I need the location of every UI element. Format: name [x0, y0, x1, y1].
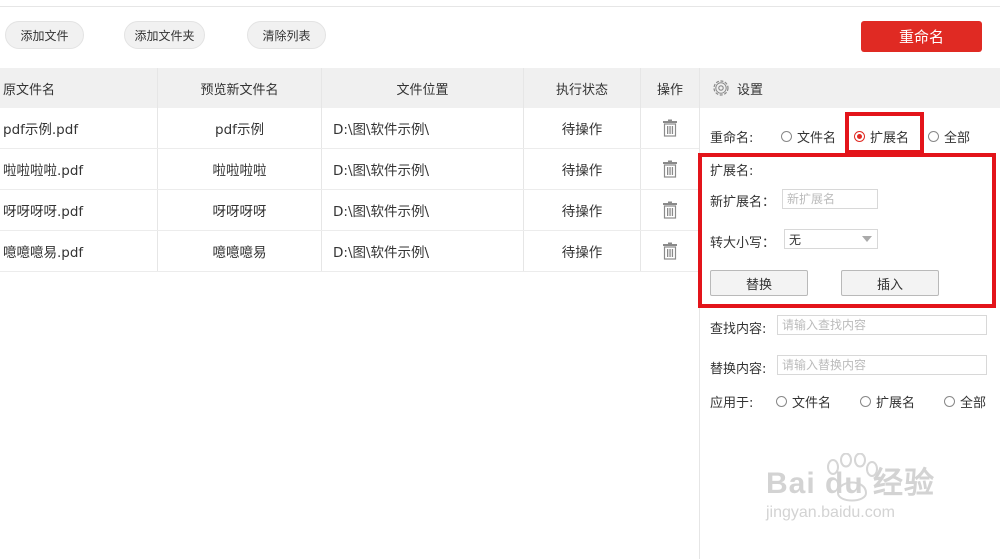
trash-icon[interactable]: [661, 201, 679, 219]
delete-row-button[interactable]: [641, 108, 699, 148]
column-action: 操作: [656, 82, 683, 98]
status-cell: 待操作: [524, 108, 641, 148]
apply-filename-radio[interactable]: 文件名: [776, 392, 831, 411]
delete-row-button[interactable]: [641, 190, 699, 230]
app-window: 添加文件 添加文件夹 清除列表 重命名 原文件名 预览新文件名 文件位置 执行状…: [0, 0, 1000, 559]
original-name-cell: pdf示例.pdf: [0, 108, 158, 148]
settings-title: 设置: [737, 82, 764, 98]
file-table: 原文件名 预览新文件名 文件位置 执行状态 操作 pdf示例.pdf pdf示例…: [0, 68, 699, 272]
table-header: 原文件名 预览新文件名 文件位置 执行状态 操作: [0, 68, 699, 108]
preview-name-cell: 呀呀呀呀: [158, 190, 322, 230]
highlight-box-extension-option: [845, 112, 924, 154]
delete-row-button[interactable]: [641, 231, 699, 271]
radio-label: 全部: [944, 131, 971, 146]
highlight-box-extension-section: [698, 153, 996, 308]
table-row[interactable]: 啦啦啦啦.pdf 啦啦啦啦 D:\图\软件示例\ 待操作: [0, 149, 699, 190]
top-divider: [0, 6, 1000, 7]
apply-to-label: 应用于:: [710, 396, 754, 411]
settings-header: 设置: [700, 68, 1000, 108]
status-cell: 待操作: [524, 231, 641, 271]
location-cell: D:\图\软件示例\: [322, 149, 524, 189]
replace-content-label: 替换内容:: [710, 362, 767, 377]
radio-circle: [928, 131, 939, 142]
column-original-name: 原文件名: [0, 68, 158, 108]
trash-icon[interactable]: [661, 242, 679, 260]
radio-circle: [860, 396, 871, 407]
rename-mode-filename-radio[interactable]: 文件名: [781, 127, 836, 146]
column-status: 执行状态: [524, 68, 641, 108]
location-cell: D:\图\软件示例\: [322, 231, 524, 271]
rename-mode-label: 重命名:: [710, 131, 754, 146]
table-row[interactable]: 噫噫噫易.pdf 噫噫噫易 D:\图\软件示例\ 待操作: [0, 231, 699, 272]
location-cell: D:\图\软件示例\: [322, 108, 524, 148]
apply-extension-radio[interactable]: 扩展名: [860, 392, 915, 411]
watermark-url-text: jingyan.baidu.com: [766, 504, 895, 521]
gear-icon: [713, 80, 729, 96]
status-cell: 待操作: [524, 190, 641, 230]
rename-mode-all-radio[interactable]: 全部: [928, 127, 970, 146]
apply-all-radio[interactable]: 全部: [944, 392, 986, 411]
radio-circle: [776, 396, 787, 407]
radio-circle: [944, 396, 955, 407]
status-cell: 待操作: [524, 149, 641, 189]
preview-name-cell: 噫噫噫易: [158, 231, 322, 271]
replace-content-input[interactable]: [777, 355, 987, 375]
clear-list-button[interactable]: 清除列表: [247, 21, 326, 49]
trash-icon[interactable]: [661, 119, 679, 137]
preview-name-cell: pdf示例: [158, 108, 322, 148]
radio-label: 文件名: [797, 131, 837, 146]
baidu-jingyan-watermark: Bai du 经验 jingyan.baidu.com: [766, 458, 935, 522]
table-row[interactable]: pdf示例.pdf pdf示例 D:\图\软件示例\ 待操作: [0, 108, 699, 149]
radio-label: 全部: [960, 396, 987, 411]
column-location: 文件位置: [322, 68, 524, 108]
find-content-label: 查找内容:: [710, 322, 767, 337]
location-cell: D:\图\软件示例\: [322, 190, 524, 230]
watermark-main-text: Bai du 经验: [766, 467, 936, 500]
rename-button[interactable]: 重命名: [861, 21, 982, 52]
add-file-button[interactable]: 添加文件: [5, 21, 84, 49]
column-preview-name: 预览新文件名: [158, 68, 322, 108]
original-name-cell: 呀呀呀呀.pdf: [0, 190, 158, 230]
original-name-cell: 噫噫噫易.pdf: [0, 231, 158, 271]
preview-name-cell: 啦啦啦啦: [158, 149, 322, 189]
table-row[interactable]: 呀呀呀呀.pdf 呀呀呀呀 D:\图\软件示例\ 待操作: [0, 190, 699, 231]
radio-label: 扩展名: [876, 396, 916, 411]
add-folder-button[interactable]: 添加文件夹: [124, 21, 205, 49]
trash-icon[interactable]: [661, 160, 679, 178]
radio-circle: [781, 131, 792, 142]
radio-label: 文件名: [792, 396, 832, 411]
find-content-input[interactable]: [777, 315, 987, 335]
original-name-cell: 啦啦啦啦.pdf: [0, 149, 158, 189]
delete-row-button[interactable]: [641, 149, 699, 189]
